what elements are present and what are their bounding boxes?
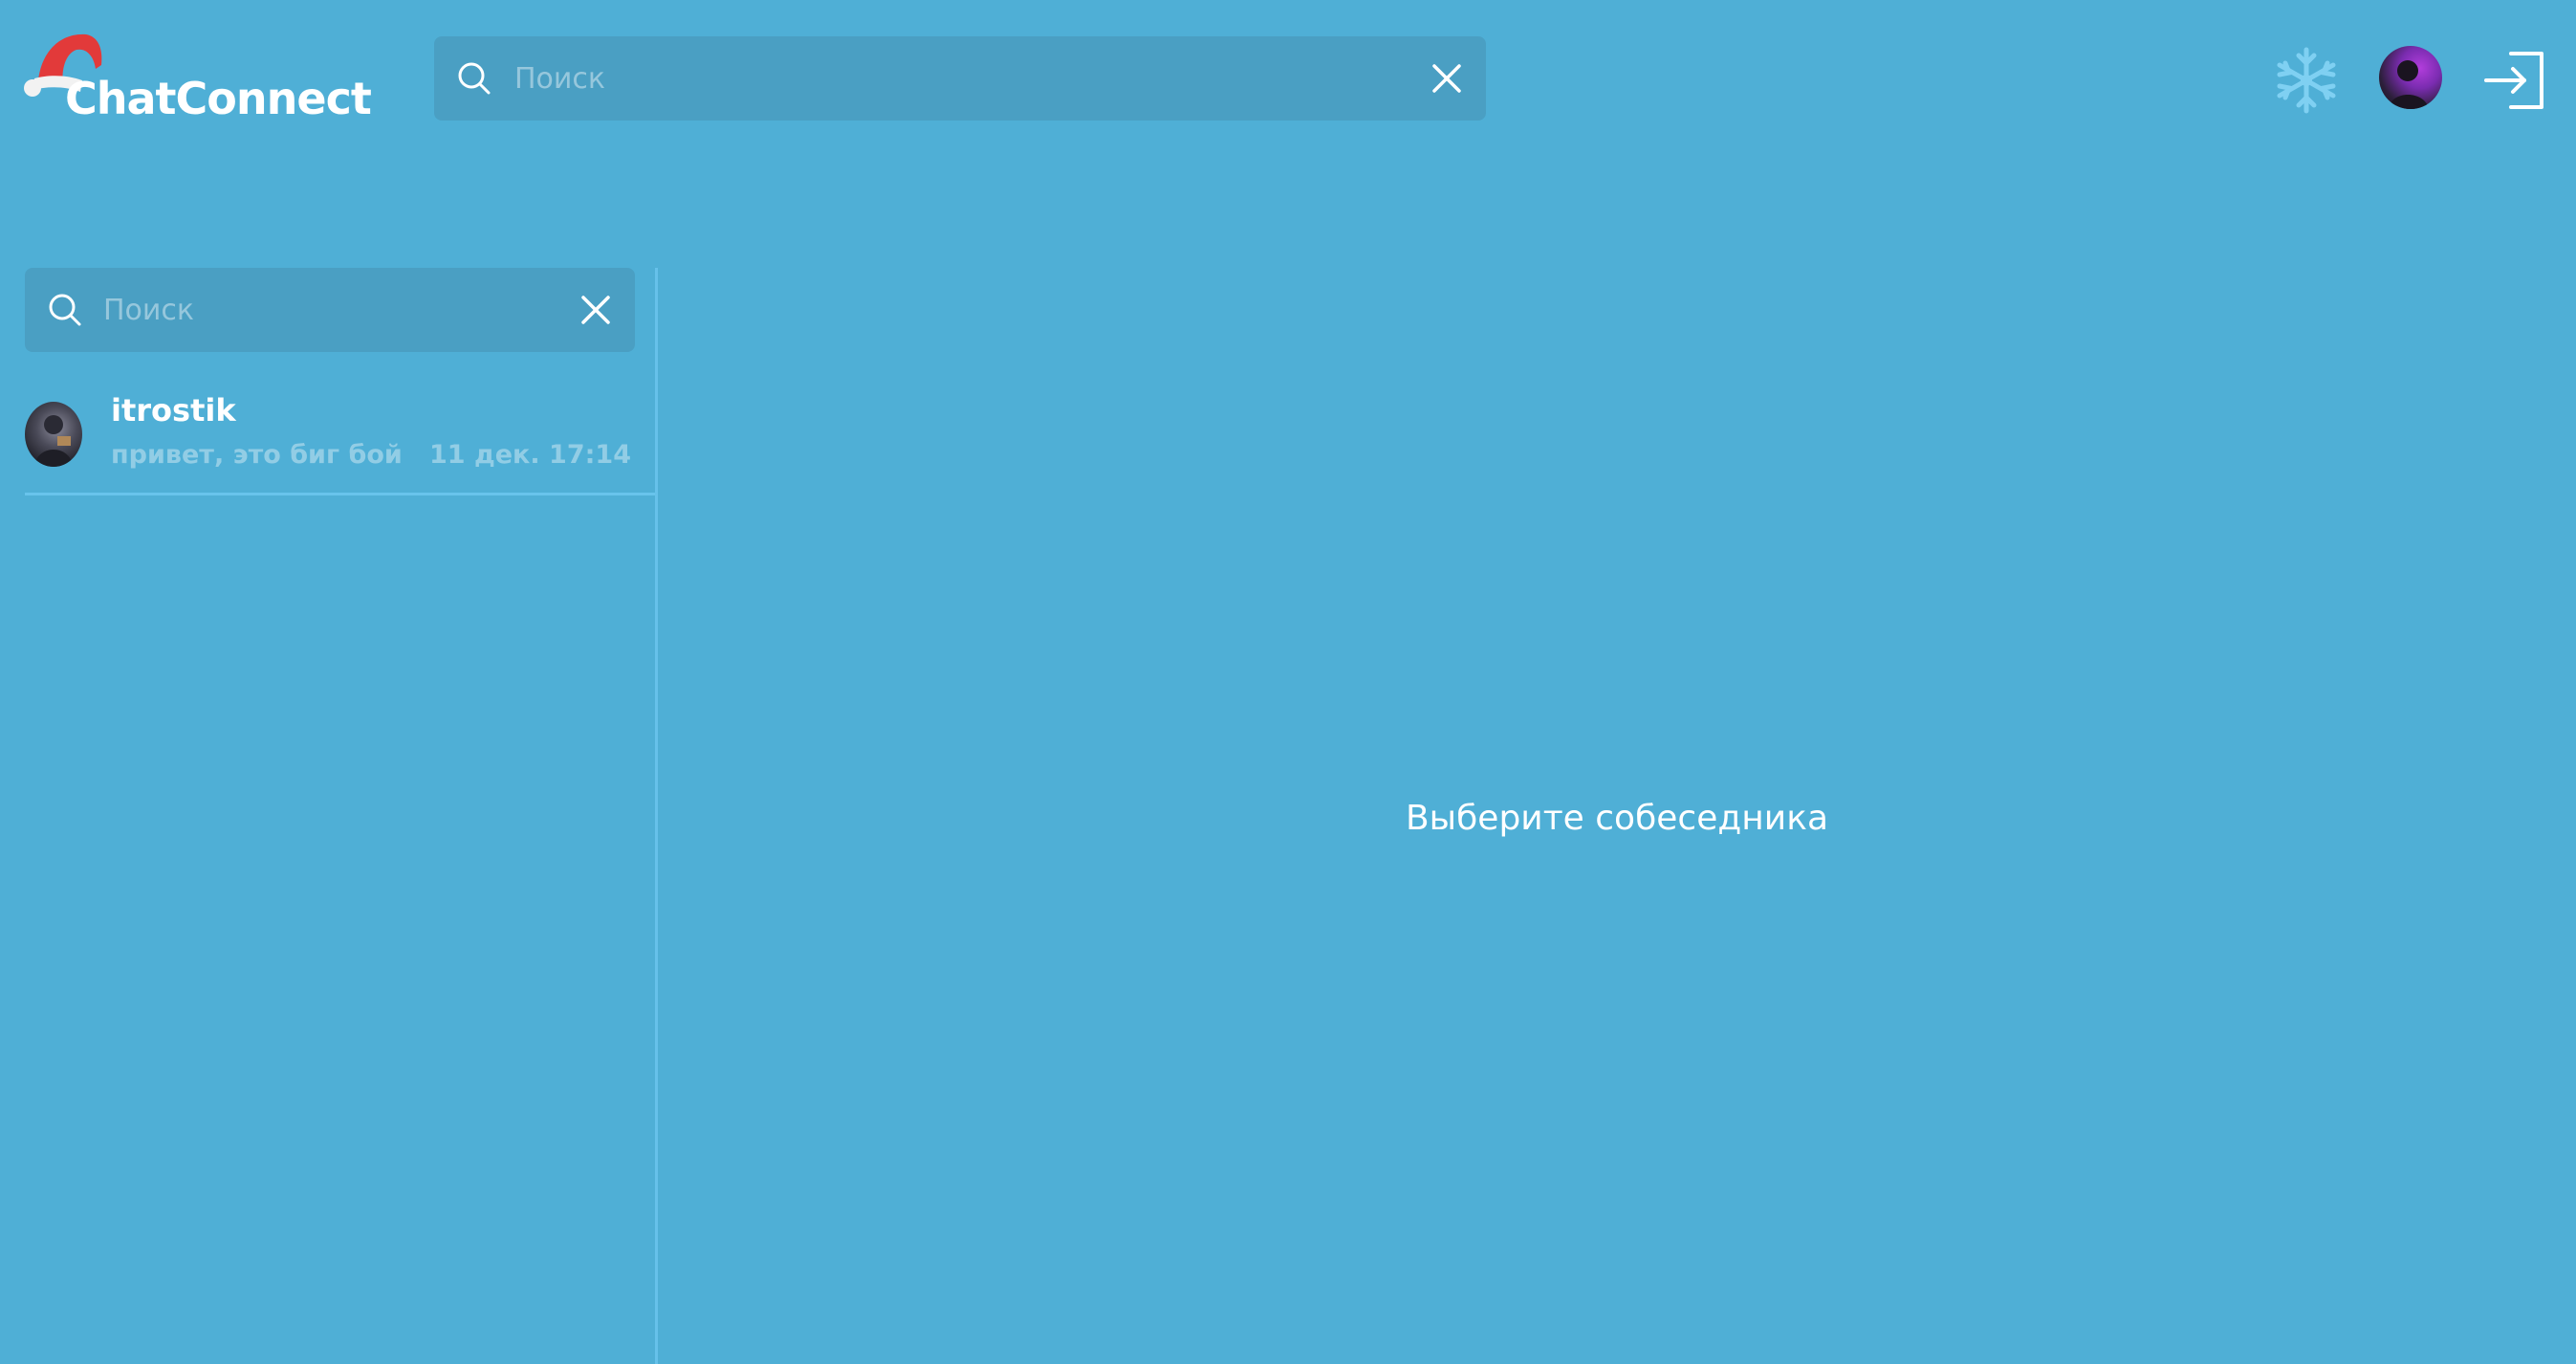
clear-chat-search-icon[interactable]	[579, 294, 612, 326]
snowflake-icon[interactable]	[2272, 46, 2341, 115]
app-logo[interactable]: ChatConnect	[19, 27, 402, 132]
app-root: ChatConnect Поиск Поиск itrostik привет,…	[0, 0, 2576, 1364]
chat-contact-name: itrostik	[111, 392, 236, 429]
global-search	[434, 36, 1486, 121]
chat-search-input[interactable]	[101, 285, 560, 335]
app-title: ChatConnect	[65, 73, 372, 124]
chat-avatar	[25, 402, 82, 467]
logout-icon[interactable]	[2482, 48, 2547, 113]
clear-search-icon[interactable]	[1430, 62, 1463, 95]
chat-timestamp: 11 дек. 17:14	[428, 440, 631, 470]
chat-last-message: привет, это биг бой	[111, 440, 403, 470]
user-avatar[interactable]	[2379, 46, 2442, 109]
empty-state-message: Выберите собеседника	[1405, 799, 1829, 838]
global-search-input[interactable]	[513, 54, 1373, 103]
search-icon	[49, 294, 81, 326]
contact-photo-icon	[34, 415, 73, 467]
chat-search	[25, 268, 635, 352]
chat-list-item[interactable]: itrostik привет, это биг бой 11 дек. 17:…	[25, 383, 656, 495]
search-icon	[458, 62, 491, 95]
user-silhouette-icon	[2389, 60, 2429, 109]
